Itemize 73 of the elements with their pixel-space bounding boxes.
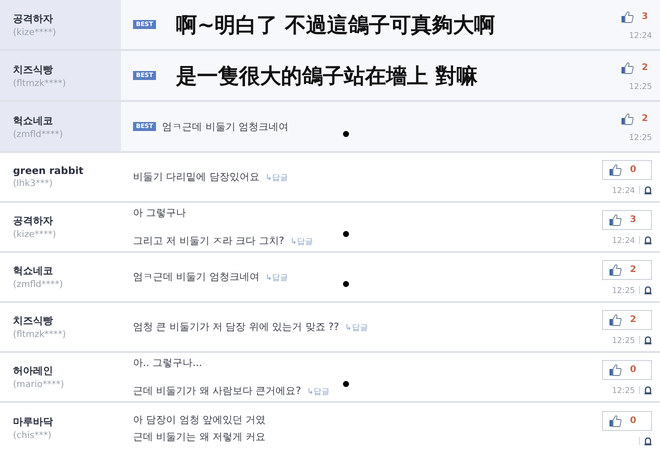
user-id: (chis***) bbox=[13, 431, 52, 441]
thumbs-up-icon bbox=[620, 11, 634, 23]
reply-link[interactable]: ↳답글 bbox=[265, 172, 288, 182]
like-count: 0 bbox=[630, 164, 636, 174]
user-id: (kize****) bbox=[13, 230, 57, 240]
comment-text: 근데 비둘기는 왜 저렇게 커요 bbox=[133, 430, 266, 444]
user-id: (lhk3***) bbox=[13, 178, 54, 188]
like-button[interactable]: 2 bbox=[602, 310, 652, 330]
comment-text: 비둘기 다리밑에 담장있어요 bbox=[133, 171, 260, 184]
like-button[interactable]: 0 bbox=[602, 410, 652, 430]
nickname[interactable]: green rabbit bbox=[13, 166, 121, 176]
nickname[interactable]: 치즈식빵 bbox=[13, 62, 121, 76]
reply-link[interactable]: ↳답글 bbox=[290, 236, 313, 246]
user-id: (zmfld****) bbox=[13, 280, 64, 290]
comment-time: 12:25 bbox=[612, 286, 635, 294]
like-button[interactable]: 0 bbox=[602, 160, 652, 180]
comment-time: 12:25 bbox=[612, 386, 635, 394]
comment-time: 12:24 bbox=[628, 31, 652, 40]
user-id: (fltmzk****) bbox=[13, 330, 67, 340]
comment-time: 12:25 bbox=[612, 336, 635, 344]
thumbs-up-icon bbox=[609, 264, 622, 276]
nickname[interactable]: 헉쇼네코 bbox=[13, 264, 121, 278]
like-button[interactable]: 3 bbox=[602, 210, 652, 230]
comment-time: 12:24 bbox=[612, 236, 635, 244]
user-id: (fltmzk****) bbox=[13, 78, 67, 88]
bell-icon[interactable] bbox=[644, 186, 652, 194]
comment-text: 아 그렇구나 bbox=[133, 207, 186, 220]
nickname[interactable]: 치즈식빵 bbox=[13, 314, 121, 328]
bell-icon[interactable] bbox=[644, 436, 652, 446]
comment-time: 12:25 bbox=[628, 133, 652, 142]
like-count: 2 bbox=[642, 114, 648, 124]
comment-text: 엄ㅋ근데 비둘기 엄청크네여 bbox=[162, 120, 288, 134]
reply-link[interactable]: ↳답글 bbox=[265, 272, 288, 282]
comment-text: 근데 비둘기가 왜 사람보다 큰거에요? bbox=[133, 385, 302, 398]
user-id: (mario****) bbox=[13, 380, 66, 390]
like-count: 0 bbox=[630, 416, 636, 426]
user-id: (zmfld****) bbox=[13, 130, 64, 140]
thumbs-up-icon bbox=[620, 62, 634, 74]
nickname[interactable]: 공격하자 bbox=[13, 214, 121, 228]
like-count: 0 bbox=[630, 364, 636, 374]
thumbs-up-icon bbox=[609, 214, 622, 226]
comment-time: 12:25 bbox=[628, 82, 652, 91]
nickname[interactable]: 헉쇼네코 bbox=[13, 114, 121, 128]
comment-text: 아 담장이 엄청 앞에있던 거였 bbox=[133, 414, 266, 426]
nickname[interactable]: 공격하자 bbox=[13, 12, 121, 26]
bell-icon[interactable] bbox=[644, 236, 652, 244]
comment-text: 그리고 저 비둘기 ㅈ라 크다 그치? bbox=[133, 235, 284, 248]
like-button[interactable]: 0 bbox=[602, 360, 652, 380]
like-count: 3 bbox=[630, 214, 636, 224]
like-count: 2 bbox=[642, 63, 648, 73]
comment-text: 엄청 큰 비둘기가 저 담장 위에 있는거 맞죠 ?? bbox=[133, 321, 340, 334]
thumbs-up-icon bbox=[609, 414, 622, 426]
bell-icon[interactable] bbox=[644, 386, 652, 394]
comment-text: 是一隻很大的鴿子站在墻上 對嘛 bbox=[176, 62, 478, 90]
comment-text: 啊~明白了 不過這鴿子可真夠大啊 bbox=[176, 12, 496, 38]
like-count: 3 bbox=[642, 12, 648, 22]
comment-text: 아.. 그렇구나... bbox=[133, 357, 202, 370]
user-id: (kize****) bbox=[13, 28, 57, 38]
thumbs-up-icon bbox=[620, 113, 634, 125]
thumbs-up-icon bbox=[609, 364, 622, 376]
comment-time: 12:24 bbox=[612, 186, 635, 194]
thumbs-up-icon bbox=[609, 314, 622, 326]
like-count: 2 bbox=[630, 264, 636, 274]
bell-icon[interactable] bbox=[644, 286, 652, 294]
reply-link[interactable]: ↳답글 bbox=[345, 322, 368, 332]
reply-link[interactable]: ↳답글 bbox=[307, 386, 330, 396]
thumbs-up-icon bbox=[609, 164, 622, 176]
nickname[interactable]: 마루바닥 bbox=[13, 415, 121, 429]
nickname[interactable]: 허아레인 bbox=[13, 364, 121, 378]
comment-text: 엄ㅋ근데 비둘기 엄청크네여 bbox=[133, 271, 260, 284]
like-count: 2 bbox=[630, 314, 636, 324]
bell-icon[interactable] bbox=[644, 336, 652, 344]
like-button[interactable]: 2 bbox=[602, 260, 652, 280]
